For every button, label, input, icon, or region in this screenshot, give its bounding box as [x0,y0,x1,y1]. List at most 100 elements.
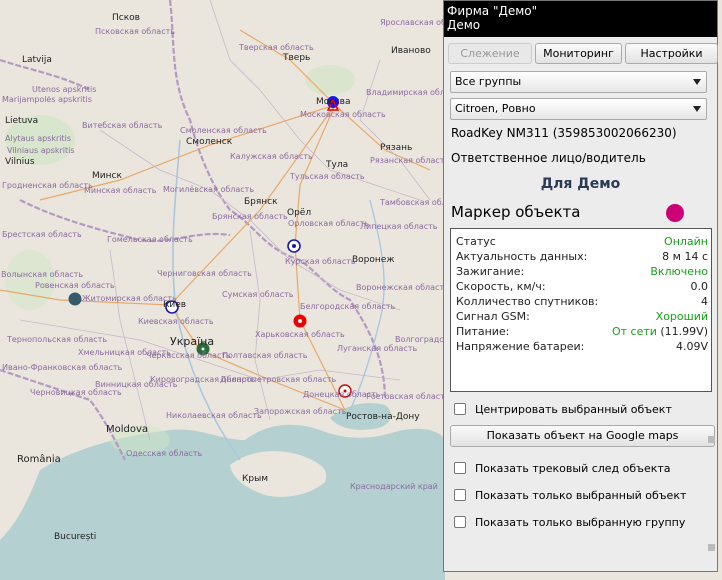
company-name: Фирма "Демо" [447,4,538,18]
status-key: Статус [456,235,496,248]
only-group-checkbox[interactable] [454,516,466,528]
status-key: Сигнал GSM: [456,310,530,323]
region-label: Гродненская область [2,181,93,190]
status-row: Актуальность данных: 8 м 14 с [456,249,708,264]
region-label: Рязанская область [370,156,450,165]
region-label: Брянская область [212,212,288,221]
track-label: Показать трековый след объекта [475,462,671,475]
country-label: Latvija [22,55,52,65]
status-value: Хороший [655,310,708,323]
only-object-label: Показать только выбранный объект [475,489,687,502]
tab-bar: Слежение Мониторинг Настройки [448,43,718,65]
status-value: Онлайн [664,235,708,248]
tab-monitoring[interactable]: Мониторинг [535,43,622,64]
region-label: Витебская область [82,121,163,130]
power-voltage: (11.99V) [660,325,708,338]
region-label: Marijampolės apskritis [2,95,92,104]
monitoring-panel: Фирма "Демо" Демо Слежение Мониторинг На… [443,0,718,572]
region-label: Воронежская область [356,283,449,292]
region-label: Калужская область [230,152,313,161]
object-select[interactable]: Citroen, Ровно [450,98,707,120]
panel-header: Фирма "Демо" Демо [444,1,717,37]
center-object-label: Центрировать выбранный объект [475,403,672,416]
center-object-checkbox[interactable] [454,403,466,415]
region-label: Николаевская область [166,411,262,420]
country-label: Україна [170,335,215,348]
region-label: Волынская область [1,270,84,279]
power-source: От сети [611,325,657,338]
group-select-value: Все группы [455,75,522,88]
status-key: Колличество спутников: [456,295,599,308]
object-select-value: Citroen, Ровно [455,102,536,115]
status-value: 4.09V [675,340,708,353]
tab-settings[interactable]: Настройки [625,43,718,64]
track-checkbox[interactable] [454,462,466,474]
user-name: Демо [447,18,481,32]
show-google-maps-button[interactable]: Показать объект на Google maps [450,425,715,447]
region-label: Запорожская область [254,407,347,416]
region-label: Alytaus apskritis [5,134,72,143]
scroll-grip[interactable] [708,544,715,551]
only-object-checkbox[interactable] [454,489,466,501]
region-label: Киевская область [138,317,214,326]
region-label: Московская область [300,110,386,119]
status-value: 0.0 [690,280,709,293]
responsible-label: Ответственное лицо/водитель [451,151,646,165]
region-label: Брестская область [2,230,82,239]
responsible-name: Для Демо [540,176,621,192]
country-label: Moldova [106,424,149,435]
device-info: RoadKey NM311 (359853002066230) [451,126,677,140]
chevron-down-icon [693,106,701,112]
city-label: București [54,532,97,542]
status-row: Питание: От сети (11.99V) [456,324,708,339]
region-label: Липецкая область [360,222,438,231]
status-row: Зажигание: Включено [456,264,708,279]
region-label: Могилёвская область [163,185,255,194]
status-value: 8 м 14 с [662,250,708,263]
region-label: Utenos apskritis [32,85,97,94]
only-group-label: Показать только выбранную группу [475,516,686,529]
marker-rovno [68,292,82,306]
region-label: Ростовская область [366,392,450,401]
status-row: Колличество спутников: 4 [456,294,708,309]
region-label: Гомельская область [107,235,193,244]
region-label: Крым [242,474,268,484]
region-label: Луганская область [337,344,418,353]
status-value: Включено [650,265,708,278]
group-select[interactable]: Все группы [450,71,707,93]
status-key: Питание: [456,325,510,338]
city-label: Тверь [283,53,311,63]
city-label: Смоленск [186,137,233,147]
city-label: Иваново [391,46,431,56]
region-label: Минская область [84,186,157,195]
city-label: Тула [326,160,349,170]
status-key: Напряжение батареи: [456,340,585,353]
marker-label: Маркер объекта [451,203,581,221]
country-label: România [17,454,61,465]
region-label: Тернопольская область [7,335,108,344]
scroll-grip[interactable] [708,436,715,443]
region-label: Смоленская область [180,126,267,135]
region-label: Сумская область [222,290,294,299]
city-label: Воронеж [352,255,395,265]
tab-tracking[interactable]: Слежение [448,43,532,64]
status-key: Зажигание: [456,265,525,278]
status-row: Скорость, км/ч: 0.0 [456,279,708,294]
status-key: Скорость, км/ч: [456,280,546,293]
region-label: Черновицкая область [30,388,122,397]
city-label: Ростов-на-Дону [346,412,420,422]
region-label: Орловская область [288,219,370,228]
status-row: Статус Онлайн [456,234,708,249]
status-box: Статус Онлайн Актуальность данных: 8 м 1… [450,228,712,392]
region-label: Белгородская область [300,302,396,311]
region-label: Черниговская область [157,269,252,278]
city-label: Брянск [244,197,278,207]
region-label: Псковская область [95,27,175,36]
region-label: Житомирская область [82,294,177,303]
region-label: Полтавская область [222,351,308,360]
city-label: Рязань [380,143,413,153]
city-label: Vilnius [5,157,35,167]
marker-color-swatch[interactable] [666,204,684,222]
status-value: 4 [701,295,708,308]
status-value: От сети (11.99V) [612,324,708,339]
